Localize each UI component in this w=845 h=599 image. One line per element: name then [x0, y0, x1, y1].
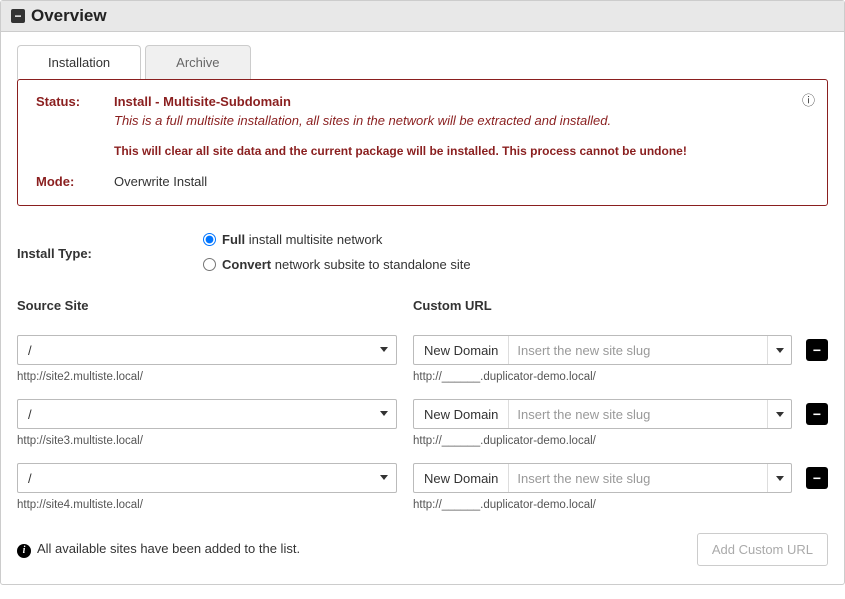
site-row: / http://site3.multiste.local/ New Domai… [17, 383, 828, 447]
mode-value: Overwrite Install [114, 174, 207, 189]
panel-title: Overview [31, 6, 107, 26]
collapse-icon[interactable]: − [11, 9, 25, 23]
footer: iAll available sites have been added to … [17, 533, 828, 566]
slug-input[interactable] [509, 400, 767, 428]
chevron-down-icon[interactable] [767, 400, 791, 428]
status-value: Install - Multisite-Subdomain [114, 94, 687, 109]
mode-label: Mode: [36, 174, 114, 189]
custom-url-header: Custom URL [413, 298, 492, 313]
slug-input[interactable] [509, 336, 767, 364]
panel-header[interactable]: − Overview [1, 1, 844, 32]
tab-archive[interactable]: Archive [145, 45, 250, 80]
install-type-full[interactable]: Full install multisite network [203, 232, 471, 247]
overview-panel: − Overview Installation Archive ⓘ Status… [0, 0, 845, 585]
help-icon[interactable]: ⓘ [802, 90, 815, 109]
radio-full[interactable] [203, 233, 216, 246]
domain-type-select[interactable]: New Domain [414, 400, 509, 428]
install-type-section: Install Type: Full install multisite net… [17, 232, 828, 272]
custom-hint: http://______.duplicator-demo.local/ [413, 435, 792, 447]
site-rows: / http://site2.multiste.local/ New Domai… [17, 321, 828, 511]
panel-body: Installation Archive ⓘ Status: Install -… [1, 32, 844, 584]
custom-url-combo: New Domain [413, 399, 792, 429]
source-hint: http://site3.multiste.local/ [17, 435, 397, 447]
site-row: / http://site4.multiste.local/ New Domai… [17, 447, 828, 511]
source-hint: http://site2.multiste.local/ [17, 371, 397, 383]
status-warning: This will clear all site data and the cu… [114, 144, 687, 158]
columns-header: Source Site Custom URL [17, 298, 828, 313]
chevron-down-icon [380, 411, 388, 416]
remove-row-button[interactable]: − [806, 339, 828, 361]
tab-installation[interactable]: Installation [17, 45, 141, 80]
install-type-label: Install Type: [17, 232, 203, 261]
domain-type-select[interactable]: New Domain [414, 464, 509, 492]
add-custom-url-button[interactable]: Add Custom URL [697, 533, 828, 566]
custom-url-combo: New Domain [413, 335, 792, 365]
info-icon: i [17, 544, 31, 558]
source-hint: http://site4.multiste.local/ [17, 499, 397, 511]
custom-hint: http://______.duplicator-demo.local/ [413, 499, 792, 511]
slug-input[interactable] [509, 464, 767, 492]
site-row: / http://site2.multiste.local/ New Domai… [17, 321, 828, 383]
custom-hint: http://______.duplicator-demo.local/ [413, 371, 792, 383]
source-site-header: Source Site [17, 298, 413, 313]
remove-row-button[interactable]: − [806, 403, 828, 425]
install-type-convert[interactable]: Convert network subsite to standalone si… [203, 257, 471, 272]
info-message: iAll available sites have been added to … [17, 541, 300, 558]
chevron-down-icon[interactable] [767, 336, 791, 364]
chevron-down-icon [380, 475, 388, 480]
custom-url-combo: New Domain [413, 463, 792, 493]
source-site-select[interactable]: / [17, 335, 397, 365]
domain-type-select[interactable]: New Domain [414, 336, 509, 364]
source-site-select[interactable]: / [17, 463, 397, 493]
status-label: Status: [36, 94, 114, 158]
chevron-down-icon [380, 347, 388, 352]
status-box: ⓘ Status: Install - Multisite-Subdomain … [17, 79, 828, 206]
source-site-select[interactable]: / [17, 399, 397, 429]
chevron-down-icon[interactable] [767, 464, 791, 492]
tabs: Installation Archive [17, 44, 828, 79]
remove-row-button[interactable]: − [806, 467, 828, 489]
status-description: This is a full multisite installation, a… [114, 113, 687, 128]
radio-convert[interactable] [203, 258, 216, 271]
